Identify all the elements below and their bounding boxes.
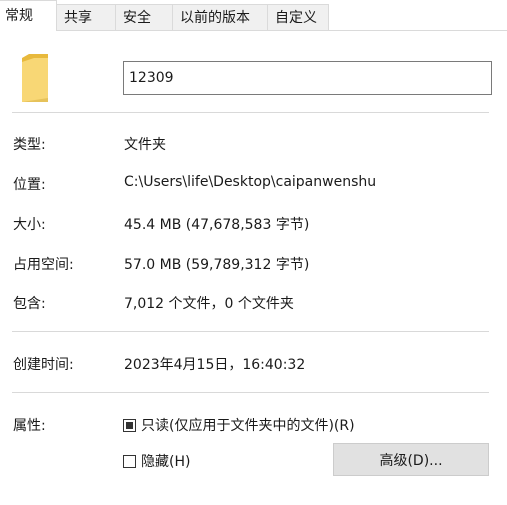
separator bbox=[12, 392, 489, 393]
size-label: 大小: bbox=[13, 217, 46, 233]
contains-value: 7,012 个文件，0 个文件夹 bbox=[124, 296, 294, 312]
type-value: 文件夹 bbox=[124, 137, 166, 153]
size-value: 45.4 MB (47,678,583 字节) bbox=[124, 217, 310, 233]
folder-icon bbox=[20, 52, 50, 104]
created-label: 创建时间: bbox=[13, 357, 74, 373]
readonly-checkbox-label[interactable]: 只读(仅应用于文件夹中的文件)(R) bbox=[141, 415, 355, 435]
contains-label: 包含: bbox=[13, 296, 46, 312]
created-value: 2023年4月15日，16:40:32 bbox=[124, 357, 306, 373]
separator bbox=[12, 112, 489, 113]
size-on-disk-label: 占用空间: bbox=[13, 257, 74, 273]
attributes-label: 属性: bbox=[13, 418, 46, 434]
hidden-checkbox-label[interactable]: 隐藏(H) bbox=[141, 451, 190, 471]
hidden-checkbox-box[interactable] bbox=[123, 454, 136, 468]
tab-previous-versions[interactable]: 以前的版本 bbox=[172, 4, 268, 30]
properties-dialog: 常规 共享 安全 以前的版本 自定义 类型: 文件夹 位置: C:\Users\… bbox=[0, 0, 507, 505]
readonly-checkbox-box[interactable] bbox=[123, 418, 136, 432]
separator bbox=[12, 331, 489, 332]
tab-security[interactable]: 安全 bbox=[115, 4, 173, 30]
location-label: 位置: bbox=[13, 177, 46, 193]
tab-customize[interactable]: 自定义 bbox=[267, 4, 329, 30]
tab-bar: 常规 共享 安全 以前的版本 自定义 bbox=[0, 0, 507, 31]
advanced-button[interactable]: 高级(D)... bbox=[333, 443, 489, 476]
size-on-disk-value: 57.0 MB (59,789,312 字节) bbox=[124, 257, 310, 273]
readonly-checkbox[interactable]: 只读(仅应用于文件夹中的文件)(R) bbox=[123, 416, 355, 434]
folder-name-input[interactable] bbox=[123, 61, 492, 95]
type-label: 类型: bbox=[13, 137, 46, 153]
location-value: C:\Users\life\Desktop\caipanwenshu bbox=[124, 174, 377, 190]
tab-general[interactable]: 常规 bbox=[0, 0, 57, 31]
hidden-checkbox[interactable]: 隐藏(H) bbox=[123, 452, 190, 470]
tab-sharing[interactable]: 共享 bbox=[56, 4, 116, 30]
